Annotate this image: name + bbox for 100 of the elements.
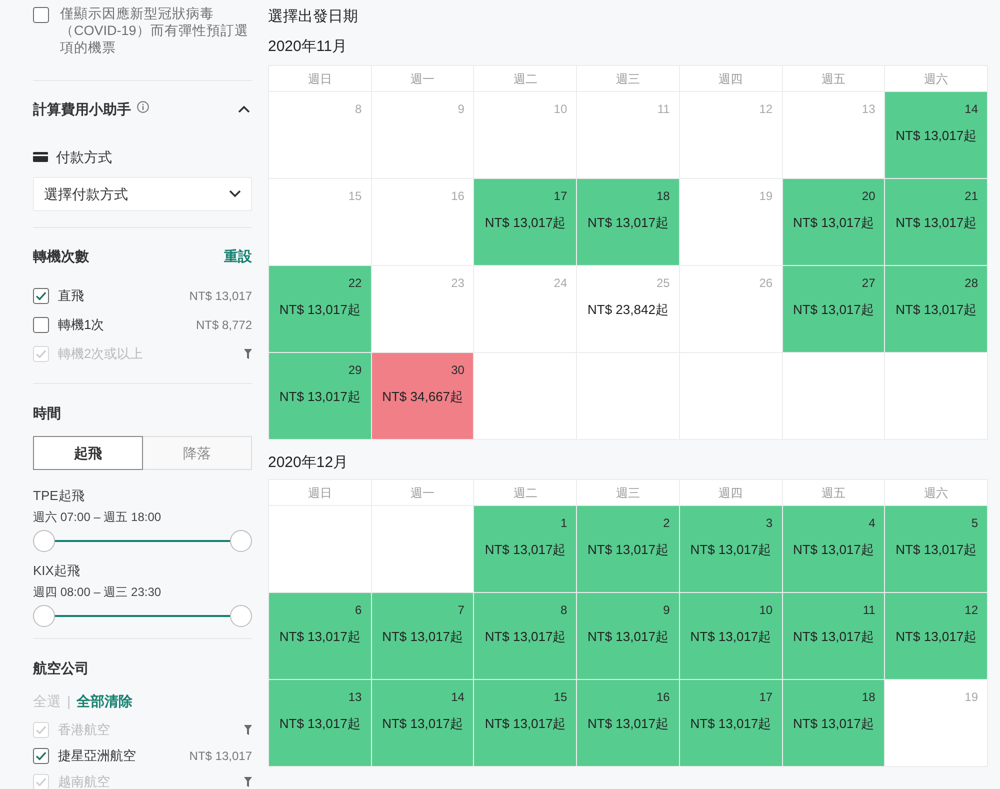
fare-price: NT$ 13,017起 xyxy=(279,302,360,318)
day-number: 8 xyxy=(355,102,362,116)
weekday-header: 週五 xyxy=(782,66,884,91)
info-icon[interactable] xyxy=(137,101,149,113)
date-cell[interactable]: 4 NT$ 13,017起 xyxy=(782,506,884,592)
day-number: 2 xyxy=(663,516,670,530)
date-cell[interactable]: 30 NT$ 34,667起 xyxy=(372,353,474,439)
date-cell[interactable]: 18 NT$ 13,017起 xyxy=(577,179,679,265)
time-range-slider[interactable] xyxy=(33,605,252,627)
fare-price: NT$ 13,017起 xyxy=(588,716,668,732)
date-cell[interactable]: 6 NT$ 13,017起 xyxy=(269,593,371,679)
fare-price: NT$ 13,017起 xyxy=(896,542,977,558)
date-cell[interactable]: 15 NT$ 13,017起 xyxy=(474,680,576,766)
date-cell[interactable]: 27 NT$ 13,017起 xyxy=(782,266,884,352)
fare-price: NT$ 13,017起 xyxy=(484,716,566,732)
date-cell[interactable]: 25 NT$ 23,842起 xyxy=(577,266,679,352)
date-cell[interactable]: 8 NT$ 13,017起 xyxy=(474,593,576,679)
payment-method-select[interactable]: 選擇付款方式 xyxy=(33,177,252,211)
date-cell[interactable]: 13 NT$ 13,017起 xyxy=(269,680,371,766)
fare-price: NT$ 13,017起 xyxy=(792,629,874,645)
chevron-up-icon[interactable] xyxy=(238,105,250,113)
time-range-text: 週六 07:00 – 週五 18:00 xyxy=(33,509,162,525)
clear-all-link[interactable]: 全部清除 xyxy=(76,692,133,710)
date-cell[interactable]: 28 NT$ 13,017起 xyxy=(885,266,987,352)
weekday-header: 週三 xyxy=(577,480,679,505)
section-title: 計算費用小助手 xyxy=(33,100,131,118)
date-cell[interactable]: 3 NT$ 13,017起 xyxy=(680,506,782,592)
link-separator: | xyxy=(67,692,71,710)
day-number: 10 xyxy=(759,603,773,617)
date-cell[interactable]: 11 NT$ 13,017起 xyxy=(782,593,884,679)
day-number: 1 xyxy=(560,516,568,530)
weekday-header: 週一 xyxy=(372,66,474,91)
date-cell[interactable]: 14 NT$ 13,017起 xyxy=(885,92,987,178)
month-title: 2020年11月 xyxy=(268,38,348,56)
checkbox[interactable] xyxy=(33,317,49,333)
date-cell[interactable]: 18 NT$ 13,017起 xyxy=(782,680,884,766)
date-cell[interactable]: 5 NT$ 13,017起 xyxy=(885,506,987,592)
date-cell[interactable]: 1 NT$ 13,017起 xyxy=(474,506,576,592)
month-title: 2020年12月 xyxy=(268,454,350,472)
day-number: 3 xyxy=(766,516,773,530)
time-range-slider[interactable] xyxy=(33,530,252,552)
date-cell[interactable]: 17 NT$ 13,017起 xyxy=(680,680,782,766)
fare-price: NT$ 13,017起 xyxy=(792,716,874,732)
time-range-text: 週四 08:00 – 週三 23:30 xyxy=(33,584,162,600)
date-cell[interactable]: 17 NT$ 13,017起 xyxy=(474,179,576,265)
section-title: 轉機次數 xyxy=(33,247,89,265)
day-number: 21 xyxy=(964,189,978,203)
date-cell[interactable]: 10 NT$ 13,017起 xyxy=(680,593,782,679)
option-label: 香港航空 xyxy=(58,722,110,738)
weekday-header: 週六 xyxy=(885,480,987,505)
date-cell[interactable]: 2 NT$ 13,017起 xyxy=(577,506,679,592)
day-number: 9 xyxy=(663,603,670,617)
date-cell[interactable]: 16 NT$ 13,017起 xyxy=(577,680,679,766)
date-cell[interactable]: 9 NT$ 13,017起 xyxy=(577,593,679,679)
filter-icon[interactable] xyxy=(244,349,252,359)
slider-thumb[interactable] xyxy=(33,605,55,627)
slider-thumb[interactable] xyxy=(33,530,55,552)
checkbox[interactable] xyxy=(33,288,49,304)
day-number: 30 xyxy=(451,363,464,377)
weekday-header: 週四 xyxy=(680,66,782,91)
option-price: NT$ 13,017 xyxy=(189,748,252,764)
date-cell[interactable]: 29 NT$ 13,017起 xyxy=(269,353,371,439)
day-number: 13 xyxy=(862,102,876,116)
fare-price: NT$ 13,017起 xyxy=(382,629,464,645)
date-cell[interactable]: 21 NT$ 13,017起 xyxy=(885,179,987,265)
day-number: 7 xyxy=(458,603,464,617)
option-label: 直飛 xyxy=(58,288,84,304)
fare-price: NT$ 13,017起 xyxy=(690,629,772,645)
day-number: 12 xyxy=(759,102,773,116)
checkbox[interactable] xyxy=(33,7,49,23)
checkbox[interactable] xyxy=(33,748,49,764)
weekday-header: 週五 xyxy=(782,480,884,505)
date-cell[interactable]: 20 NT$ 13,017起 xyxy=(782,179,884,265)
date-cell[interactable]: 7 NT$ 13,017起 xyxy=(372,593,474,679)
day-number: 24 xyxy=(554,276,568,290)
weekday-header: 週二 xyxy=(474,480,576,505)
day-number: 19 xyxy=(759,189,773,203)
reset-link[interactable]: 重設 xyxy=(224,247,252,265)
calendar-title: 選擇出發日期 xyxy=(268,8,359,26)
fare-price: NT$ 13,017起 xyxy=(690,542,772,558)
filter-icon[interactable] xyxy=(244,725,252,735)
time-tab[interactable]: 起飛 xyxy=(33,436,143,470)
fare-price: NT$ 13,017起 xyxy=(792,302,874,318)
slider-thumb[interactable] xyxy=(230,605,252,627)
date-cell[interactable]: 12 NT$ 13,017起 xyxy=(885,593,987,679)
date-cell[interactable]: 22 NT$ 13,017起 xyxy=(269,266,371,352)
day-number: 25 xyxy=(656,276,670,290)
day-number: 23 xyxy=(451,276,464,290)
day-number: 16 xyxy=(451,189,464,203)
fare-price: NT$ 13,017起 xyxy=(792,215,874,231)
day-number: 10 xyxy=(554,102,568,116)
slider-thumb[interactable] xyxy=(230,530,252,552)
date-cell[interactable]: 14 NT$ 13,017起 xyxy=(372,680,474,766)
day-number: 13 xyxy=(348,690,362,704)
weekday-header: 週三 xyxy=(577,66,679,91)
fare-price: NT$ 13,017起 xyxy=(484,542,566,558)
filter-icon[interactable] xyxy=(244,777,252,787)
day-number: 17 xyxy=(554,189,568,203)
option-label: 捷星亞洲航空 xyxy=(58,748,136,764)
payment-method-label: 付款方式 xyxy=(56,148,112,166)
